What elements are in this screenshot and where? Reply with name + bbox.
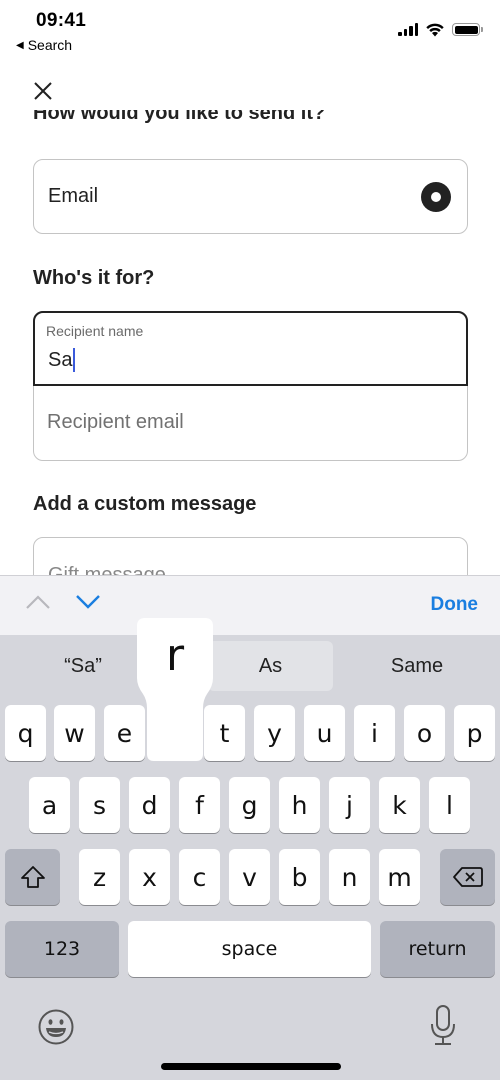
back-label: Search: [27, 37, 73, 53]
key-a[interactable]: a: [29, 777, 70, 833]
key-i[interactable]: i: [354, 705, 395, 761]
keyboard: “Sa” As Same q w e t y u i o p r a s d f…: [0, 618, 500, 1080]
recipient-name-label: Recipient name: [46, 323, 144, 339]
back-to-search-link[interactable]: ◀ Search: [16, 37, 72, 53]
previous-field-button[interactable]: [24, 592, 52, 612]
status-bar: 09:41 ◀ Search: [0, 0, 500, 60]
key-m[interactable]: m: [379, 849, 420, 905]
key-q[interactable]: q: [5, 705, 46, 761]
key-p[interactable]: p: [454, 705, 495, 761]
close-button[interactable]: [30, 78, 56, 104]
key-k[interactable]: k: [379, 777, 420, 833]
recipient-email-placeholder: Recipient email: [47, 411, 184, 433]
wifi-icon: [426, 23, 444, 37]
message-heading: Add a custom message: [33, 493, 257, 515]
suggestion-item[interactable]: As: [208, 641, 333, 691]
delivery-heading: How would you like to send it?: [33, 110, 326, 124]
home-indicator[interactable]: [161, 1063, 341, 1070]
key-n[interactable]: n: [329, 849, 370, 905]
back-triangle-icon: ◀: [16, 39, 24, 51]
emoji-button[interactable]: [37, 1008, 75, 1046]
keyboard-accessory-bar: Done: [0, 575, 500, 635]
key-b[interactable]: b: [279, 849, 320, 905]
key-l[interactable]: l: [429, 777, 470, 833]
suggestion-bar: “Sa” As Same: [0, 635, 500, 700]
status-time: 09:41: [36, 10, 87, 31]
emoji-icon: [38, 1009, 74, 1045]
suggestion-item[interactable]: Same: [334, 641, 500, 691]
recipient-name-value: Sa: [48, 348, 73, 371]
dictation-button[interactable]: [428, 1004, 458, 1048]
key-y[interactable]: y: [254, 705, 295, 761]
battery-icon: [452, 23, 483, 36]
text-cursor: [73, 348, 76, 372]
delivery-option-email[interactable]: Email: [33, 159, 468, 234]
microphone-icon: [431, 1005, 455, 1045]
key-r: r: [165, 630, 185, 681]
recipient-fields: Recipient email Recipient name Sa: [33, 311, 468, 461]
key-x[interactable]: x: [129, 849, 170, 905]
shift-icon: [20, 866, 45, 888]
key-j[interactable]: j: [329, 777, 370, 833]
delete-key[interactable]: [440, 849, 495, 905]
delivery-option-label: Email: [48, 185, 99, 207]
close-icon: [34, 82, 52, 100]
chevron-down-icon: [76, 595, 100, 609]
key-v[interactable]: v: [229, 849, 270, 905]
key-s[interactable]: s: [79, 777, 120, 833]
key-z[interactable]: z: [79, 849, 120, 905]
key-w[interactable]: w: [54, 705, 95, 761]
key-g[interactable]: g: [229, 777, 270, 833]
radio-selected-icon[interactable]: [421, 181, 451, 212]
done-button[interactable]: Done: [431, 594, 479, 616]
next-field-button[interactable]: [74, 592, 102, 612]
return-key[interactable]: return: [380, 921, 495, 977]
chevron-up-icon: [26, 595, 50, 609]
key-d[interactable]: d: [129, 777, 170, 833]
key-f[interactable]: f: [179, 777, 220, 833]
key-u[interactable]: u: [304, 705, 345, 761]
key-c[interactable]: c: [179, 849, 220, 905]
status-icons: [398, 22, 483, 37]
delete-backspace-icon: [452, 867, 483, 887]
key-h[interactable]: h: [279, 777, 320, 833]
shift-key[interactable]: [5, 849, 60, 905]
cellular-signal-icon: [398, 23, 418, 36]
numbers-key[interactable]: 123: [5, 921, 119, 977]
key-r-pressed-popup[interactable]: r: [137, 618, 213, 761]
recipient-heading: Who's it for?: [33, 267, 155, 289]
key-o[interactable]: o: [404, 705, 445, 761]
recipient-name-value-wrap: Sa: [48, 348, 76, 372]
recipient-name-field[interactable]: Recipient name Sa: [33, 311, 468, 386]
space-key[interactable]: space: [128, 921, 371, 977]
